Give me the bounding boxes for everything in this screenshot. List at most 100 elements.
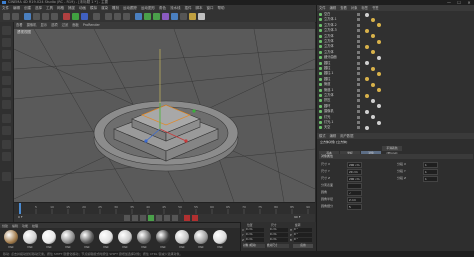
object-manager-menu-item[interactable]: 文件	[317, 5, 328, 11]
material-label[interactable]: Mat	[23, 245, 37, 249]
material-label[interactable]: Mat	[213, 245, 227, 249]
go-to-end-icon[interactable]	[172, 215, 178, 221]
coordinate-system-icon[interactable]	[93, 13, 100, 20]
material-tag-icon[interactable]	[377, 39, 381, 44]
coord-position-field[interactable]: 0 cm	[246, 233, 264, 237]
coord-position-field[interactable]: 0 cm	[246, 238, 264, 242]
visibility-toggle[interactable]	[357, 104, 360, 108]
visibility-toggle[interactable]	[357, 72, 360, 76]
material-tag-icon[interactable]	[365, 125, 369, 130]
material-swatch[interactable]	[99, 230, 113, 244]
points-mode-icon[interactable]	[2, 76, 11, 85]
make-editable-icon[interactable]	[2, 26, 11, 35]
x-axis-icon[interactable]	[63, 13, 70, 20]
viewport-menu-item[interactable]: 查看	[14, 22, 25, 29]
material-label[interactable]: Mat	[80, 245, 94, 249]
coord-mode-select[interactable]: 对象 (相对)	[243, 244, 265, 248]
coord-rotation-field[interactable]: 0 °	[294, 238, 312, 242]
material-label[interactable]: Mat	[42, 245, 56, 249]
coord-size-field[interactable]: 0 cm	[270, 238, 288, 242]
attribute-menu-item[interactable]: 模式	[317, 133, 328, 139]
object-name[interactable]: 天空	[324, 125, 354, 130]
visibility-toggle[interactable]	[357, 88, 360, 92]
axis-mode-icon[interactable]	[2, 114, 11, 123]
visibility-toggle[interactable]	[357, 83, 360, 87]
object-row[interactable]: 立方体	[319, 39, 469, 44]
visibility-toggle[interactable]	[357, 115, 360, 119]
object-row[interactable]: 管道.1	[319, 88, 469, 93]
material-tag-icon[interactable]	[371, 115, 375, 120]
object-name[interactable]: 圆柱	[324, 66, 354, 71]
tweak-icon[interactable]	[2, 126, 11, 135]
rotate-icon[interactable]	[51, 13, 58, 20]
coord-size-field[interactable]: 0 cm	[270, 228, 288, 232]
redo-icon[interactable]	[12, 13, 19, 20]
coord-rotation-field[interactable]: 0 °	[294, 228, 312, 232]
object-name[interactable]: 管道	[324, 82, 354, 87]
bend-icon[interactable]	[171, 13, 178, 20]
material-label[interactable]: Mat	[156, 245, 170, 249]
material-label[interactable]: Mat	[175, 245, 189, 249]
next-key-icon[interactable]	[164, 215, 170, 221]
material-tag-icon[interactable]	[377, 71, 381, 76]
solo-icon[interactable]	[2, 152, 11, 161]
material-swatch[interactable]	[175, 230, 189, 244]
object-row[interactable]: 灯光.1	[319, 120, 469, 125]
viewport-menu-item[interactable]: 面板	[70, 22, 81, 29]
object-row[interactable]: 空白	[319, 12, 469, 17]
previous-frame-icon[interactable]	[140, 215, 146, 221]
visibility-toggle[interactable]	[357, 99, 360, 103]
object-row[interactable]: 细分曲面	[319, 55, 469, 60]
array-icon[interactable]	[162, 13, 169, 20]
object-name[interactable]: 圆柱.1	[324, 71, 354, 76]
polygons-mode-icon[interactable]	[2, 100, 11, 109]
material-tag-icon[interactable]	[371, 66, 375, 71]
object-name[interactable]: 立方体.2	[324, 23, 354, 28]
floor-icon[interactable]	[180, 13, 187, 20]
render-picture-viewer-icon[interactable]	[114, 13, 121, 20]
object-name[interactable]: 立方体	[324, 44, 354, 49]
object-manager-menu-item[interactable]: 编辑	[328, 5, 339, 11]
pen-icon[interactable]	[144, 13, 151, 20]
viewport-menu-item[interactable]: 过滤	[60, 22, 71, 29]
material-tag-icon[interactable]	[371, 98, 375, 103]
material-label[interactable]: Mat	[99, 245, 113, 249]
material-tag-icon[interactable]	[365, 44, 369, 49]
object-row[interactable]: 摄像机	[319, 109, 469, 114]
object-row[interactable]: 挤压	[319, 98, 469, 103]
current-frame[interactable]: 0 F	[18, 215, 23, 219]
object-name[interactable]: 立方体.3	[324, 28, 354, 33]
material-tag-icon[interactable]	[377, 23, 381, 28]
object-name[interactable]: 管道.1	[324, 88, 354, 93]
material-swatch[interactable]	[80, 230, 94, 244]
material-menu-item[interactable]: 创建	[0, 224, 10, 229]
object-row[interactable]: 立方体	[319, 44, 469, 49]
visibility-toggle[interactable]	[357, 61, 360, 65]
texture-mode-icon[interactable]	[2, 50, 11, 59]
visibility-toggle[interactable]	[357, 13, 360, 16]
material-label[interactable]: Mat	[61, 245, 75, 249]
object-row[interactable]: 管道	[319, 82, 469, 87]
object-name[interactable]: 圆环	[324, 104, 354, 109]
material-menu-item[interactable]: 功能	[20, 224, 30, 229]
object-row[interactable]: 立方体.1	[319, 17, 469, 22]
object-name[interactable]: 细分曲面	[324, 55, 354, 60]
material-label[interactable]: Mat	[137, 245, 151, 249]
object-manager-menu-item[interactable]: 对象	[349, 5, 360, 11]
viewport-menu-item[interactable]: 显示	[38, 22, 49, 29]
light-icon[interactable]	[198, 13, 205, 20]
material-swatch[interactable]	[213, 230, 227, 244]
y-axis-icon[interactable]	[72, 13, 79, 20]
material-swatch[interactable]	[61, 230, 75, 244]
attribute-value-field[interactable]: 5	[347, 204, 362, 210]
move-icon[interactable]	[33, 13, 40, 20]
material-swatch[interactable]	[156, 230, 170, 244]
visibility-toggle[interactable]	[357, 40, 360, 43]
material-tag-icon[interactable]	[371, 17, 375, 22]
object-row[interactable]: 立方体	[319, 50, 469, 55]
material-tag-icon[interactable]	[371, 34, 375, 39]
material-tag-icon[interactable]	[377, 55, 381, 60]
coord-size-field[interactable]: 0 cm	[270, 233, 288, 237]
attribute-section-header[interactable]: 对象属性	[319, 154, 473, 159]
visibility-toggle[interactable]	[357, 45, 360, 49]
